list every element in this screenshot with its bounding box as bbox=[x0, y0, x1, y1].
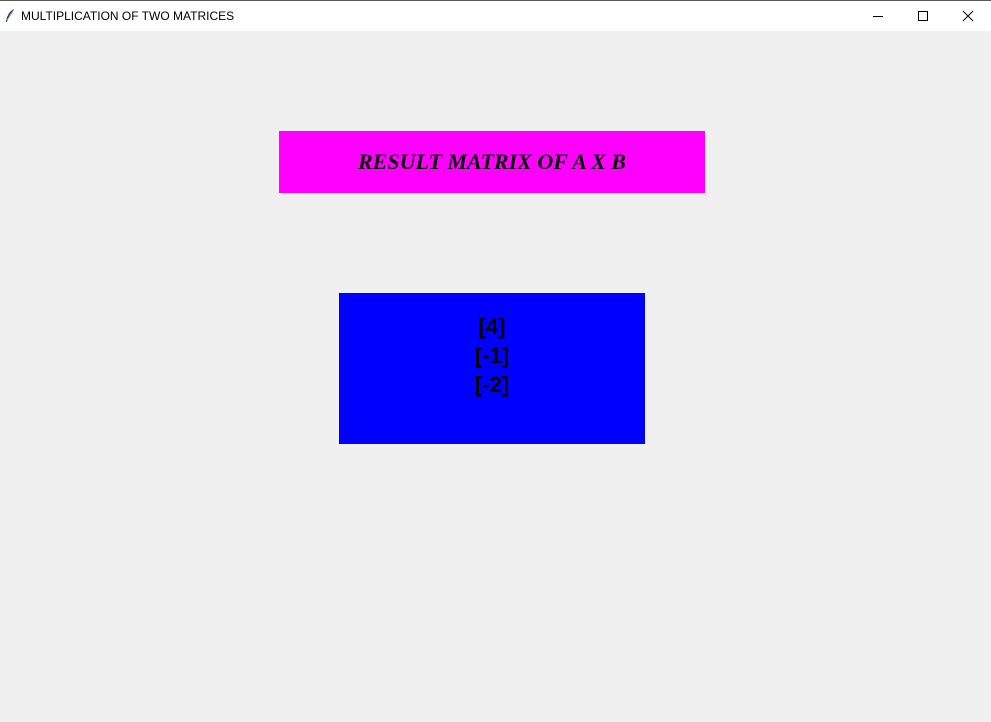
close-icon bbox=[962, 10, 974, 22]
result-row: [4] bbox=[478, 314, 506, 339]
result-heading-text: RESULT MATRIX OF A X B bbox=[358, 149, 626, 174]
maximize-button[interactable] bbox=[900, 1, 946, 31]
result-heading-label: RESULT MATRIX OF A X B bbox=[279, 131, 705, 193]
window-title-bar[interactable]: MULTIPLICATION OF TWO MATRICES bbox=[0, 0, 991, 31]
result-row: [-1] bbox=[474, 343, 510, 368]
maximize-icon bbox=[918, 11, 928, 21]
feather-icon bbox=[4, 8, 16, 24]
close-button[interactable] bbox=[945, 1, 991, 31]
result-row: [-2] bbox=[474, 372, 510, 397]
window-title: MULTIPLICATION OF TWO MATRICES bbox=[21, 9, 235, 23]
minimize-button[interactable] bbox=[855, 1, 901, 31]
result-matrix-display: [4] [-1] [-2] bbox=[339, 293, 645, 444]
minimize-icon bbox=[873, 16, 883, 17]
